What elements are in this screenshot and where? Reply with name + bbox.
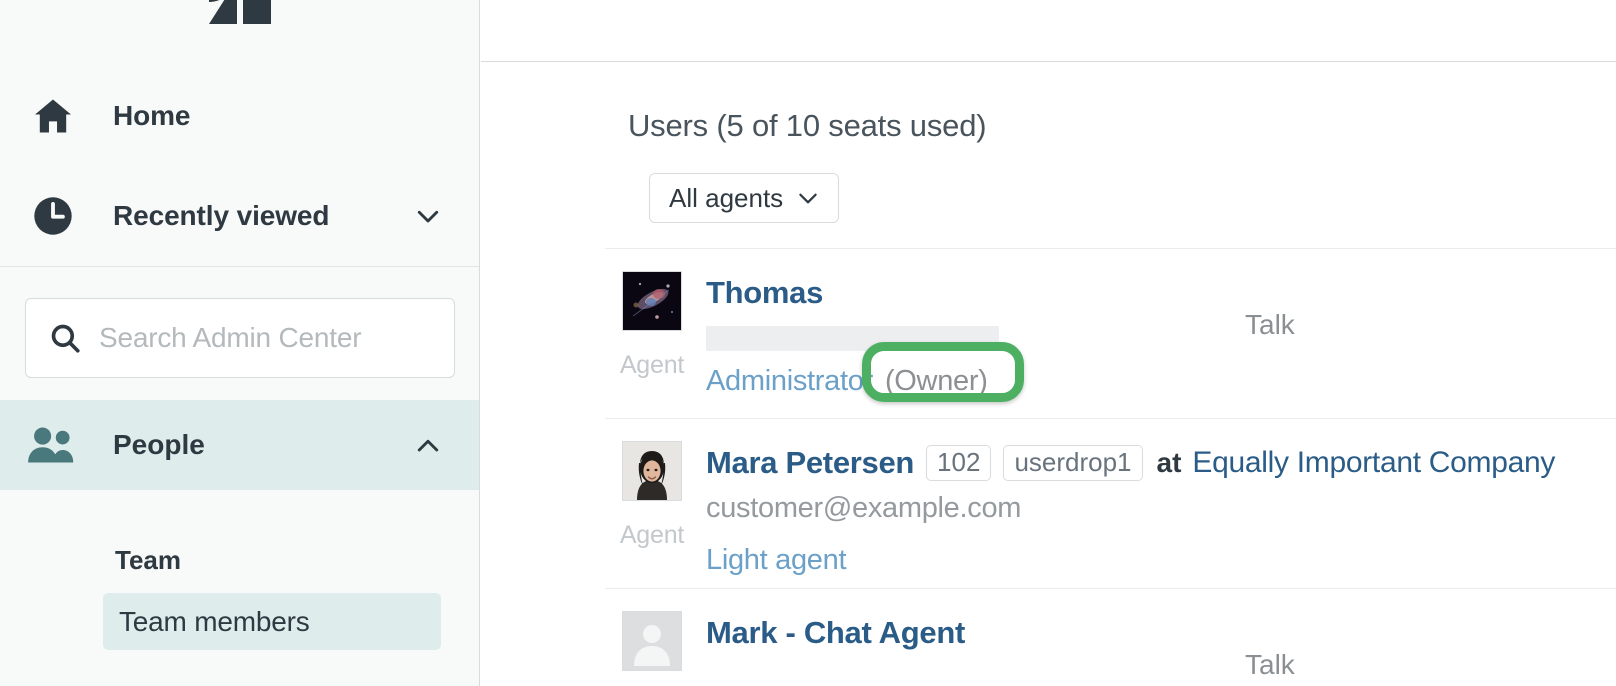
user-name-line: Mara Petersen 102 userdrop1 at Equally I… xyxy=(706,441,1616,485)
user-product: Talk xyxy=(1245,649,1295,680)
user-organization-link[interactable]: Equally Important Company xyxy=(1192,446,1555,480)
zendesk-logo[interactable] xyxy=(0,0,479,36)
user-avatar-column: Agent xyxy=(610,441,694,550)
sidebar-item-label-people: People xyxy=(113,429,205,460)
user-owner-tag: (Owner) xyxy=(884,365,988,397)
main-content: Users (5 of 10 seats used) All agents Ag… xyxy=(481,0,1616,686)
agent-filter-select[interactable]: All agents xyxy=(649,173,839,223)
home-icon xyxy=(27,90,79,142)
agent-filter-value: All agents xyxy=(669,182,784,213)
user-product: Talk xyxy=(1245,309,1295,340)
user-badge-tag: userdrop1 xyxy=(1003,444,1143,482)
user-badge-id: 102 xyxy=(926,444,992,482)
avatar xyxy=(622,611,682,671)
sidebar-item-people[interactable]: People xyxy=(0,400,479,490)
admin-center-screen: Home Recently viewed Search Admin Center… xyxy=(0,0,1616,686)
clock-icon xyxy=(27,190,79,242)
search-icon xyxy=(47,320,83,356)
user-details: Thomas Administrator (Owner) xyxy=(706,271,1616,398)
user-role-line: Administrator (Owner) xyxy=(706,365,1616,398)
sidebar-nav-top: Home Recently viewed xyxy=(0,66,479,267)
table-row[interactable]: Agent Thomas Administrator (Owner) Talk xyxy=(605,248,1616,418)
user-role-line: Light agent xyxy=(706,544,1616,577)
user-details: Mara Petersen 102 userdrop1 at Equally I… xyxy=(706,441,1616,577)
sidebar: Home Recently viewed Search Admin Center… xyxy=(0,0,480,686)
users-table: Agent Thomas Administrator (Owner) Talk xyxy=(605,248,1616,686)
user-role-link[interactable]: Light agent xyxy=(706,544,847,576)
search-input[interactable]: Search Admin Center xyxy=(25,298,455,378)
user-avatar-column: Agent xyxy=(610,271,694,380)
sidebar-search-zone: Search Admin Center xyxy=(0,253,479,400)
user-avatar-column xyxy=(610,611,694,686)
user-name-link[interactable]: Thomas xyxy=(706,275,823,311)
chevron-up-icon[interactable] xyxy=(413,430,443,460)
chevron-down-icon xyxy=(795,185,821,211)
sidebar-section-title-team: Team xyxy=(115,545,181,575)
sidebar-item-label-team-members: Team members xyxy=(119,605,310,637)
user-name-link[interactable]: Mara Petersen xyxy=(706,445,914,481)
people-icon xyxy=(27,419,79,471)
sidebar-item-label-recently-viewed: Recently viewed xyxy=(113,200,330,231)
table-row[interactable]: Mark - Chat Agent Talk xyxy=(605,588,1616,686)
user-email: customer@example.com xyxy=(706,492,1022,524)
user-details: Mark - Chat Agent xyxy=(706,611,1616,686)
search-placeholder: Search Admin Center xyxy=(99,322,362,353)
avatar xyxy=(622,271,682,331)
sidebar-item-home[interactable]: Home xyxy=(0,66,479,166)
main-topbar xyxy=(481,0,1616,62)
user-role-link[interactable]: Administrator xyxy=(706,365,873,397)
user-name-line: Mark - Chat Agent xyxy=(706,611,1616,655)
user-email xyxy=(706,662,1616,686)
table-row[interactable]: Agent Mara Petersen 102 userdrop1 at Equ… xyxy=(605,418,1616,588)
user-kind: Agent xyxy=(619,521,685,549)
page-title: Users (5 of 10 seats used) xyxy=(628,108,987,143)
sidebar-item-recently-viewed[interactable]: Recently viewed xyxy=(0,166,479,266)
chevron-down-icon[interactable] xyxy=(413,201,443,231)
user-email-redacted xyxy=(706,326,999,351)
avatar xyxy=(622,441,682,501)
user-at-label: at xyxy=(1156,447,1182,478)
user-name-line: Thomas xyxy=(706,271,1616,315)
sidebar-item-team-members[interactable]: Team members xyxy=(103,593,441,650)
user-kind: Agent xyxy=(619,351,685,379)
sidebar-item-label-home: Home xyxy=(113,100,191,131)
user-name-link[interactable]: Mark - Chat Agent xyxy=(706,615,965,651)
